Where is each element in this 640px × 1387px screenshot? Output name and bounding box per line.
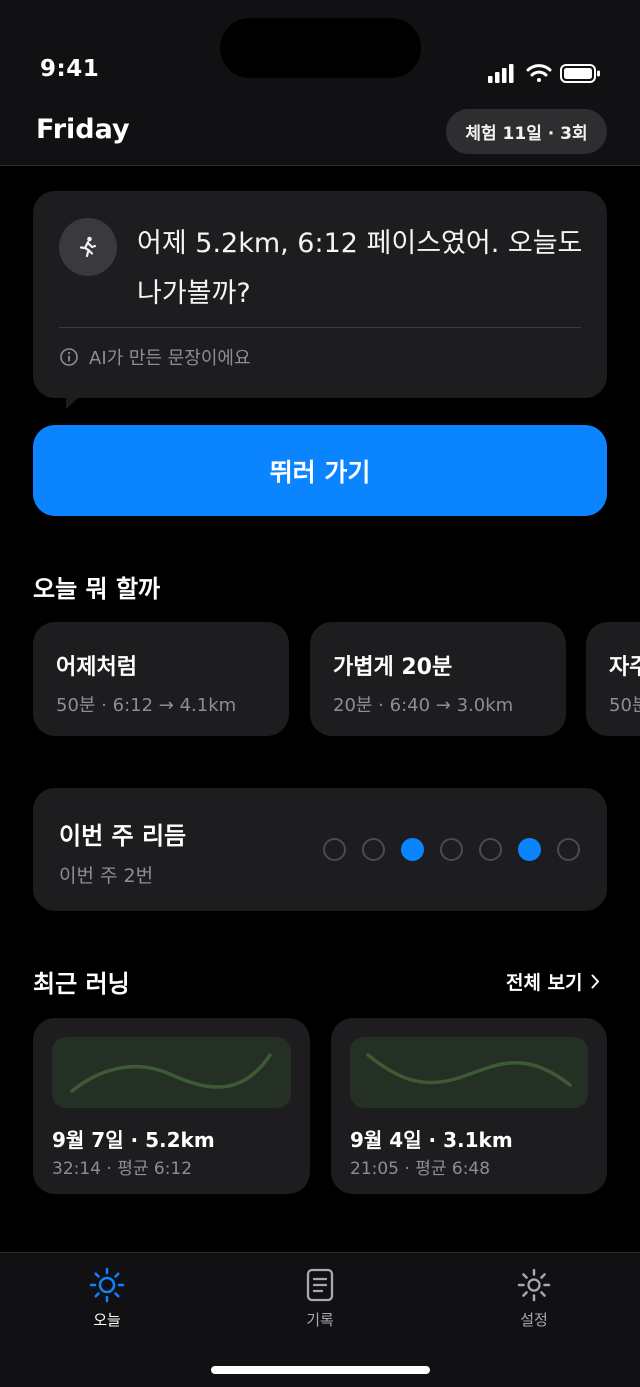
- start-run-button[interactable]: 뛰러 가기: [33, 425, 607, 516]
- battery-icon: [560, 64, 600, 83]
- route-line: [366, 1053, 572, 1087]
- plan-meta: 20분 · 6:40 → 3.0km: [333, 695, 514, 716]
- route-line: [70, 1053, 272, 1093]
- plan-name: 자주: [609, 655, 640, 680]
- top-bar: 9:41 Friday 체험 11일 · 3회: [0, 0, 640, 166]
- rhythm-day-dot: [557, 838, 580, 861]
- run-card[interactable]: 9월 4일 · 3.1km 21:05 · 평균 6:48: [331, 1018, 607, 1194]
- wifi-icon: [526, 64, 552, 82]
- rhythm-day-dot: [362, 838, 385, 861]
- run-card[interactable]: 9월 7일 · 5.2km 32:14 · 평균 6:12: [33, 1018, 310, 1194]
- weekly-rhythm-dots: [323, 838, 596, 861]
- plan-meta: 50분 · 6:12 → 4.1km: [56, 695, 237, 716]
- route-map-thumbnail: [350, 1037, 588, 1108]
- rhythm-day-dot: [479, 838, 502, 861]
- plan-meta: 50분: [609, 695, 640, 716]
- tab-label: 오늘: [93, 1311, 121, 1329]
- coach-avatar: [59, 218, 117, 276]
- today-plans-title: 오늘 뭐 할까: [33, 575, 161, 603]
- coach-message-text: 어제 5.2km, 6:12 페이스였어. 오늘도 나가볼까?: [137, 228, 583, 309]
- info-icon: [60, 348, 78, 366]
- signal-icon: [488, 64, 514, 83]
- dynamic-island: [220, 18, 421, 78]
- see-all-link[interactable]: 전체 보기: [506, 968, 600, 995]
- home-indicator: [211, 1366, 430, 1374]
- tab-settings[interactable]: 설정: [474, 1267, 594, 1337]
- runner-icon: [79, 236, 97, 258]
- tab-label: 설정: [520, 1311, 548, 1329]
- plan-card[interactable]: 가볍게 20분 20분 · 6:40 → 3.0km: [310, 622, 566, 736]
- run-meta: 21:05 · 평균 6:48: [350, 1159, 491, 1179]
- bubble-divider: [59, 327, 581, 328]
- gear-icon: [517, 1268, 551, 1302]
- trial-status-badge[interactable]: 체험 11일 · 3회: [446, 109, 607, 154]
- rhythm-day-dot-active: [401, 838, 424, 861]
- run-title: 9월 4일 · 3.1km: [350, 1128, 513, 1152]
- page-title: Friday: [36, 114, 130, 145]
- coach-message-bubble: 어제 5.2km, 6:12 페이스였어. 오늘도 나가볼까? AI가 만든 문…: [33, 191, 607, 398]
- ai-generated-note: AI가 만든 문장이에요: [59, 344, 251, 370]
- status-time: 9:41: [40, 56, 100, 82]
- rhythm-day-dot: [440, 838, 463, 861]
- weekly-rhythm-count: 이번 주 2번: [59, 865, 154, 887]
- tab-today[interactable]: 오늘: [47, 1267, 167, 1337]
- see-all-label: 전체 보기: [506, 972, 583, 994]
- rhythm-day-dot-active: [518, 838, 541, 861]
- weekly-rhythm-card[interactable]: 이번 주 리듬 이번 주 2번: [33, 788, 607, 911]
- plan-card[interactable]: 어제처럼 50분 · 6:12 → 4.1km: [33, 622, 289, 736]
- bubble-tail: [66, 396, 80, 409]
- run-title: 9월 7일 · 5.2km: [52, 1128, 215, 1152]
- rhythm-day-dot: [323, 838, 346, 861]
- run-meta: 32:14 · 평균 6:12: [52, 1159, 193, 1179]
- tab-records[interactable]: 기록: [260, 1267, 380, 1337]
- plan-name: 가볍게 20분: [333, 655, 453, 680]
- plan-card[interactable]: 자주 50분: [586, 622, 640, 736]
- plan-name: 어제처럼: [56, 655, 137, 680]
- recent-runs-title: 최근 러닝: [33, 970, 130, 998]
- tab-label: 기록: [306, 1311, 334, 1329]
- chevron-right-icon: [591, 974, 599, 989]
- document-icon: [306, 1268, 334, 1302]
- tab-bar: 오늘 기록 설정: [0, 1252, 640, 1387]
- ai-note-text: AI가 만든 문장이에요: [89, 348, 251, 369]
- route-map-thumbnail: [52, 1037, 291, 1108]
- weekly-rhythm-title: 이번 주 리듬: [59, 822, 187, 850]
- status-icons: [488, 64, 600, 83]
- sun-icon: [89, 1267, 125, 1303]
